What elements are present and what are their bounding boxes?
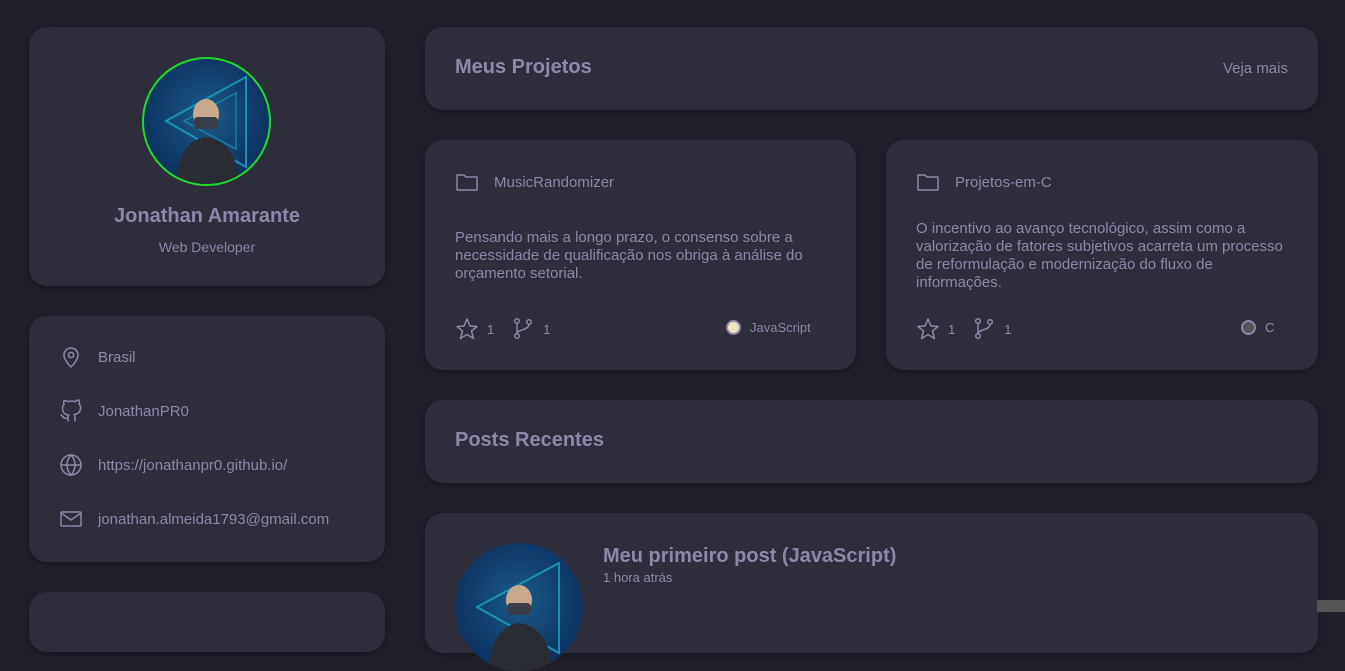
scrollbar-corner [1317,600,1345,612]
projects-title: Meus Projetos [455,56,592,78]
project-title-row[interactable]: MusicRandomizer [455,170,614,194]
post-avatar [455,543,583,671]
star-icon [456,318,478,340]
mail-icon [60,511,82,527]
project-name[interactable]: Projetos-em-C [955,174,1052,191]
language-dot [726,320,741,335]
project-stats: 1 1 [916,317,1011,341]
github-link[interactable]: JonathanPR0 [98,403,189,420]
folder-icon [456,174,478,191]
profile-role: Web Developer [158,239,256,255]
language-name: C [1265,320,1275,335]
project-language: C [1241,320,1274,335]
project-title-row[interactable]: Projetos-em-C [916,170,1052,194]
project-description: O incentivo ao avanço tecnológico, assim… [916,220,1283,291]
language-name: JavaScript [750,320,811,335]
see-more-link[interactable]: Veja mais [1223,60,1288,77]
post-title[interactable]: Meu primeiro post (JavaScript) [603,545,896,568]
avatar [142,57,271,186]
star-count: 1 [948,321,956,337]
location-row: Brasil [59,345,136,369]
star-count: 1 [487,321,495,337]
github-icon [60,399,82,422]
folder-icon [917,174,939,191]
fork-icon [975,317,994,340]
star-icon [917,318,939,340]
project-description: Pensando mais a longo prazo, o consenso … [455,229,803,282]
fork-icon [514,317,533,340]
project-name[interactable]: MusicRandomizer [494,174,614,191]
website-row[interactable]: https://jonathanpr0.github.io/ [59,453,287,477]
post-time: 1 hora atrás [603,570,673,585]
location-text: Brasil [98,348,136,366]
website-link[interactable]: https://jonathanpr0.github.io/ [98,457,287,474]
map-pin-icon [63,347,79,368]
language-dot [1241,320,1256,335]
project-stats: 1 1 [455,317,550,341]
globe-icon [60,454,82,476]
email-row[interactable]: jonathan.almeida1793@gmail.com [59,507,329,531]
profile-name: Jonathan Amarante [114,205,300,227]
github-row[interactable]: JonathanPR0 [59,399,189,423]
sidebar-card [29,592,385,652]
email-link[interactable]: jonathan.almeida1793@gmail.com [98,511,329,528]
project-language: JavaScript [726,320,811,335]
fork-count: 1 [1004,321,1012,337]
posts-title: Posts Recentes [455,429,604,451]
fork-count: 1 [543,321,551,337]
